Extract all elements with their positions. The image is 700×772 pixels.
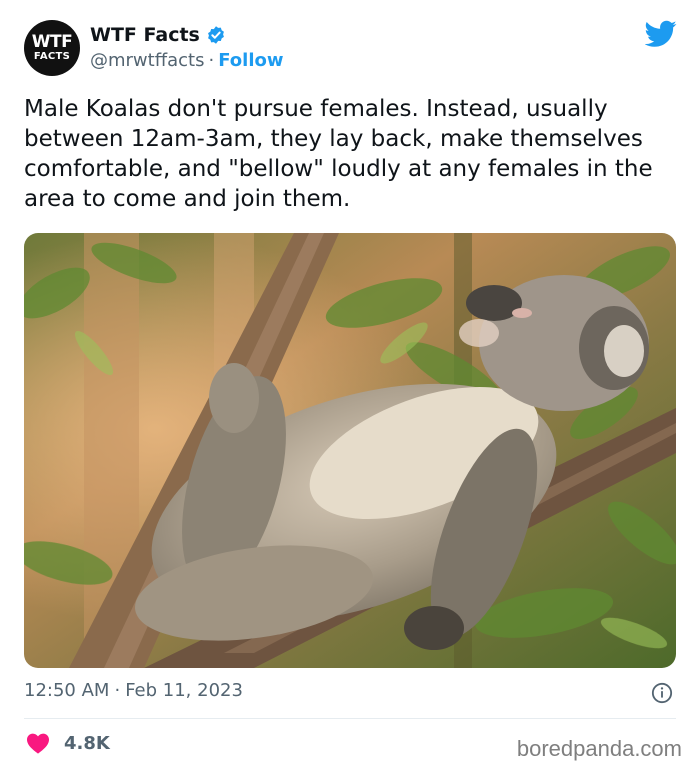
tweet-text: Male Koalas don't pursue females. Instea…	[24, 96, 653, 212]
koala-photo	[24, 233, 676, 668]
tweet-card: WTF FACTS WTF Facts @mrwtffacts · Follow M…	[0, 0, 700, 772]
follow-button[interactable]: Follow	[218, 50, 283, 71]
verified-badge-icon	[207, 26, 224, 44]
source-watermark: boredpanda.com	[516, 736, 682, 761]
like-count: 4.8K	[64, 732, 110, 754]
name-row: WTF Facts	[90, 22, 226, 48]
divider	[24, 718, 676, 719]
handle-row: @mrwtffacts · Follow	[90, 50, 284, 71]
tweet-time[interactable]: 12:50 AM	[24, 680, 109, 701]
avatar[interactable]: WTF FACTS	[24, 20, 80, 76]
avatar-text-wtf: WTF	[31, 32, 73, 52]
twitter-bird-icon[interactable]	[645, 20, 677, 48]
tweet-date[interactable]: Feb 11, 2023	[125, 680, 243, 701]
display-name[interactable]: WTF Facts	[90, 24, 200, 46]
like-button[interactable]: 4.8K	[26, 732, 110, 754]
info-icon[interactable]	[651, 682, 673, 704]
timestamp-row: 12:50 AM · Feb 11, 2023	[24, 680, 243, 701]
handle-separator: ·	[208, 50, 215, 71]
handle[interactable]: @mrwtffacts	[90, 50, 204, 71]
timestamp-separator: ·	[114, 680, 121, 701]
avatar-text-facts: FACTS	[33, 51, 71, 62]
tweet-media-koala-photo[interactable]	[24, 233, 676, 668]
heart-icon	[27, 733, 49, 754]
